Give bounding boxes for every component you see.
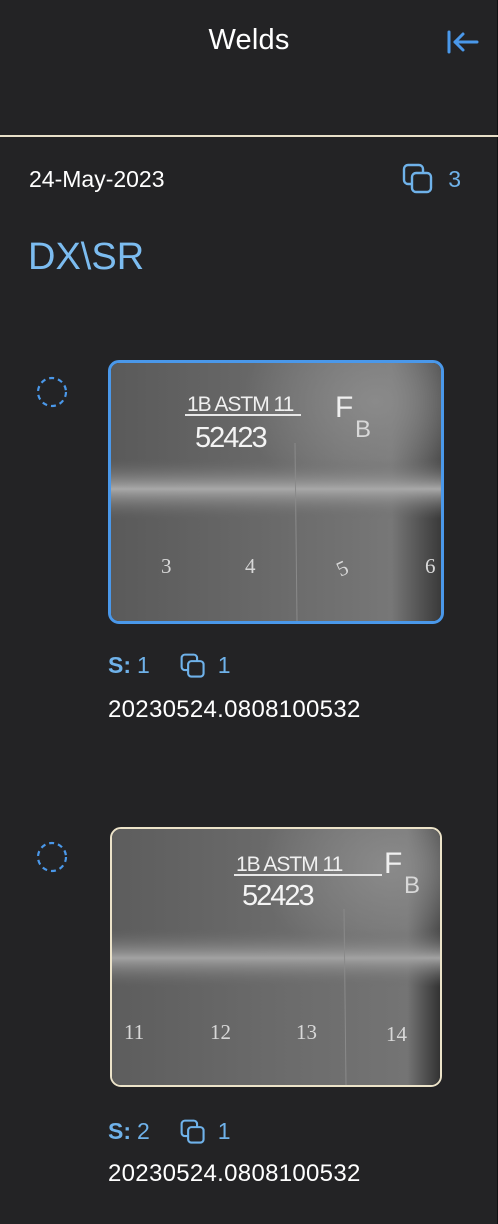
image-marker-1: 3 xyxy=(161,554,172,578)
copies-icon xyxy=(403,163,433,194)
series-label: S: xyxy=(108,652,131,678)
select-item-1-checkbox[interactable] xyxy=(35,375,69,409)
image-text-line2b: B xyxy=(355,416,371,443)
item-1-id: 20230524.0808100532 xyxy=(108,696,361,723)
collapse-left-icon xyxy=(447,30,479,54)
series-label: S: xyxy=(108,1118,131,1144)
dashed-circle-icon xyxy=(36,376,68,408)
image-text-line2: 52423 xyxy=(242,880,314,912)
weld-image-thumbnail-1[interactable]: 1B ASTM 11 F 52423 B 3 4 5 6 xyxy=(108,360,444,624)
image-text-line1: 1B ASTM 11 xyxy=(187,393,294,416)
copies-value: 1 xyxy=(217,652,231,678)
select-item-2-checkbox[interactable] xyxy=(35,840,69,874)
image-text-line1b: F xyxy=(335,391,353,424)
image-text-line2: 52423 xyxy=(195,422,267,454)
image-marker-1: 11 xyxy=(124,1020,144,1044)
group-title: DX\SR xyxy=(28,236,145,278)
collapse-panel-button[interactable] xyxy=(446,28,480,56)
image-marker-4: 6 xyxy=(425,554,436,578)
item-1-meta: S: 1 1 xyxy=(108,652,231,679)
image-text-line1b: F xyxy=(384,847,402,880)
image-marker-3: 13 xyxy=(296,1020,317,1044)
series-value: 2 xyxy=(137,1118,150,1144)
group-date: 24-May-2023 xyxy=(29,166,165,192)
dashed-circle-icon xyxy=(36,841,68,873)
panel-header: Welds xyxy=(0,0,498,137)
item-copies: 1 xyxy=(180,1118,231,1145)
item-2-id: 20230524.0808100532 xyxy=(108,1160,361,1187)
copies-value: 1 xyxy=(217,1118,231,1144)
radiograph-image: 1B ASTM 11 F 52423 B 11 12 13 14 xyxy=(112,829,440,1085)
series-value: 1 xyxy=(137,652,150,678)
image-marker-4: 14 xyxy=(386,1022,408,1046)
radiograph-image: 1B ASTM 11 F 52423 B 3 4 5 6 xyxy=(111,363,441,621)
copies-icon xyxy=(180,653,205,678)
panel-title: Welds xyxy=(208,24,290,56)
item-2-meta: S: 2 1 xyxy=(108,1118,231,1145)
group-count-value: 3 xyxy=(448,165,461,192)
image-marker-2: 4 xyxy=(245,554,256,578)
image-text-line2b: B xyxy=(404,872,420,899)
image-text-line1: 1B ASTM 11 xyxy=(236,853,343,876)
weld-image-thumbnail-2[interactable]: 1B ASTM 11 F 52423 B 11 12 13 14 xyxy=(110,827,442,1087)
item-copies: 1 xyxy=(180,652,231,679)
image-marker-2: 12 xyxy=(210,1020,231,1044)
welds-panel: Welds 24-May-2023 3 DX\SR 1B ASTM 11 F 5… xyxy=(0,0,498,1224)
group-count: 3 xyxy=(402,163,461,195)
copies-icon xyxy=(180,1119,205,1144)
